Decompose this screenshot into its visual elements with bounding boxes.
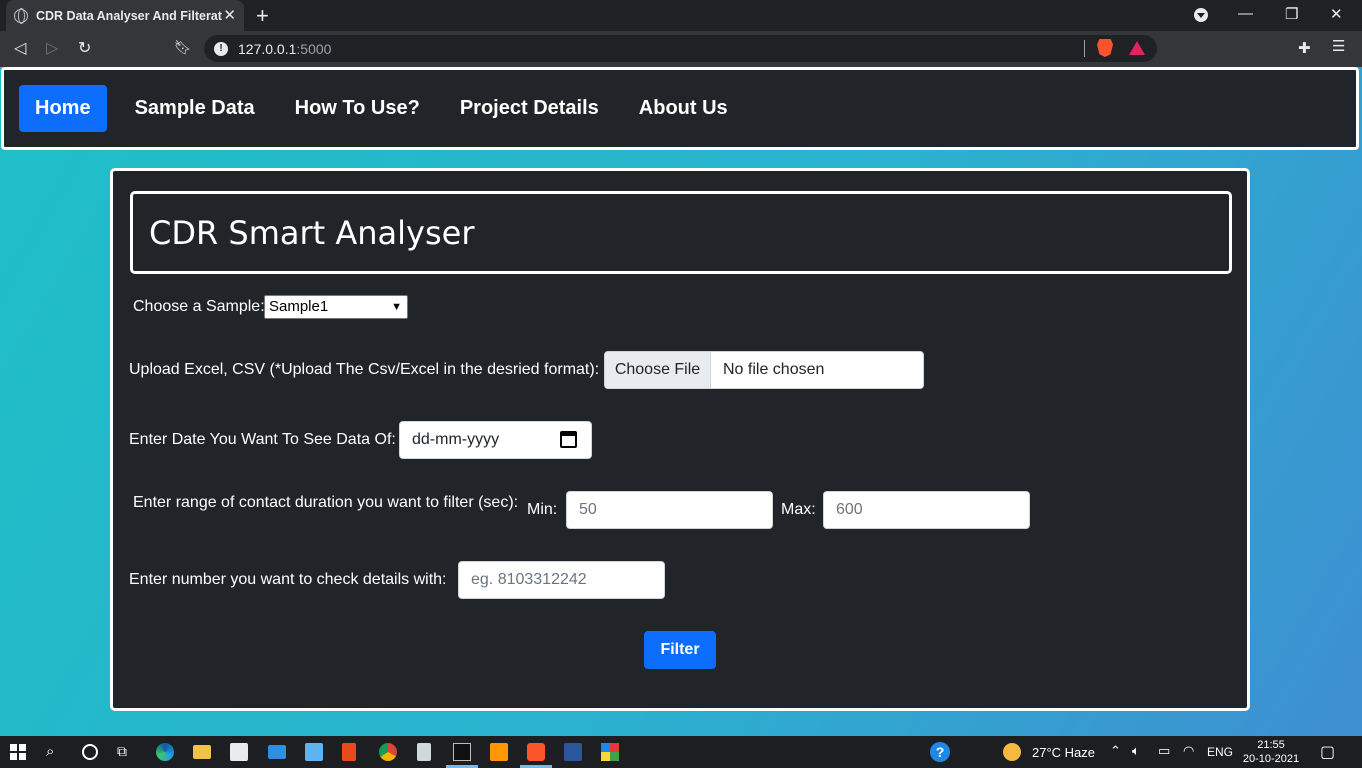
brave-icon[interactable] [527,743,545,761]
back-icon[interactable]: ◁ [14,38,26,58]
forward-icon[interactable]: ▷ [46,38,58,58]
notification-icon[interactable]: ▢ [1320,742,1335,762]
file-status: No file chosen [723,361,825,378]
sublime-icon[interactable] [490,743,508,761]
bookmark-icon[interactable]: 🔖︎ [174,39,192,56]
search-icon[interactable]: ⌕ [46,743,54,760]
mail-icon[interactable] [268,745,286,759]
site-navbar: Home Sample Data How To Use? Project Det… [1,67,1359,150]
chevron-up-icon[interactable]: ⌃ [1110,743,1121,759]
nav-how-to-use[interactable]: How To Use? [295,97,420,120]
terminal-icon[interactable] [453,743,471,761]
url-port: :5000 [296,40,332,57]
max-duration-input[interactable]: 600 [823,491,1030,529]
page-viewport: Home Sample Data How To Use? Project Det… [0,67,1362,736]
volume-icon[interactable]: 🔈︎ [1132,743,1140,759]
number-placeholder: eg. 8103312242 [471,571,587,588]
globe-icon [14,8,28,24]
date-input[interactable]: dd-mm-yyyy [399,421,592,459]
page-title: CDR Smart Analyser [149,214,475,252]
pc-icon[interactable] [305,743,323,761]
min-label: Min: [527,501,558,518]
divider [1084,40,1085,57]
min-duration-input[interactable]: 50 [566,491,773,529]
date-label: Enter Date You Want To See Data Of: [129,431,396,448]
new-tab-button[interactable]: + [256,3,269,29]
file-upload-input[interactable]: Choose File No file chosen [604,351,924,389]
heading-box: CDR Smart Analyser [130,191,1232,274]
max-placeholder: 600 [836,501,863,518]
help-icon[interactable]: ? [930,742,950,762]
nav-sample-data[interactable]: Sample Data [135,97,255,120]
address-bar[interactable]: ! 127.0.0.1:5000 [204,35,1157,62]
weather-icon [1003,743,1021,761]
reload-icon[interactable]: ↻ [78,38,91,58]
minimize-button[interactable]: — [1238,5,1253,22]
windows-start-icon[interactable] [10,744,26,760]
duration-label: Enter range of contact duration you want… [133,494,519,511]
extensions-icon[interactable]: ✚ [1298,39,1311,57]
language-indicator[interactable]: ENG [1207,745,1233,759]
word-icon[interactable] [564,743,582,761]
weather-text[interactable]: 27°C Haze [1032,745,1095,760]
close-window-button[interactable]: ✕ [1330,5,1343,23]
store-icon[interactable] [230,743,248,761]
chrome-icon[interactable] [379,743,397,761]
clock-time: 21:55 [1257,739,1285,751]
windows-taskbar: ⌕ ⧉ ? 27°C Haze ⌃ 🔈︎ ▭ ◠ ENG 21:55 20-10… [0,736,1362,768]
number-input[interactable]: eg. 8103312242 [458,561,665,599]
max-label: Max: [781,501,816,518]
filter-button[interactable]: Filter [644,631,716,669]
choose-file-button[interactable]: Choose File [605,352,711,388]
restore-button[interactable]: ❐ [1285,5,1298,23]
wifi-icon[interactable]: ◠ [1183,743,1194,759]
nav-project-details[interactable]: Project Details [460,97,599,120]
menu-icon[interactable]: ☰ [1332,37,1345,55]
nav-about-us[interactable]: About Us [639,97,728,120]
sample-label: Choose a Sample: [133,298,265,315]
cortana-icon[interactable] [82,744,98,760]
notepad-icon[interactable] [417,743,431,761]
calendar-icon[interactable] [560,431,577,448]
url-host: 127.0.0.1 [238,40,297,57]
min-placeholder: 50 [579,501,597,518]
edge-icon[interactable] [156,743,174,761]
number-label: Enter number you want to check details w… [129,571,447,588]
upload-label: Upload Excel, CSV (*Upload The Csv/Excel… [129,361,600,378]
close-tab-icon[interactable]: ✕ [223,6,236,24]
file-explorer-icon[interactable] [193,745,211,759]
clock[interactable]: 21:55 20-10-2021 [1240,738,1302,766]
task-view-icon[interactable]: ⧉ [117,743,127,760]
sample-select[interactable]: Sample1 ▼ [264,295,408,319]
brave-shields-icon[interactable] [1097,39,1113,57]
browser-tab-strip: CDR Data Analyser And Filteration ✕ + — … [0,0,1362,31]
tab-search-icon[interactable] [1194,8,1208,22]
browser-tab[interactable]: CDR Data Analyser And Filteration ✕ [6,0,244,31]
chevron-down-icon: ▼ [391,301,402,313]
paint-icon[interactable] [601,743,619,761]
office-icon[interactable] [342,743,356,761]
info-icon[interactable]: ! [214,41,228,56]
brave-rewards-icon[interactable] [1129,41,1145,55]
date-placeholder: dd-mm-yyyy [412,431,500,448]
battery-icon[interactable]: ▭ [1158,743,1170,759]
nav-home[interactable]: Home [19,85,107,132]
clock-date: 20-10-2021 [1242,753,1300,765]
analyser-card: CDR Smart Analyser Choose a Sample: Samp… [110,168,1250,711]
sample-selected-value: Sample1 [269,298,329,315]
tab-title: CDR Data Analyser And Filteration [36,8,222,23]
browser-toolbar: ◁ ▷ ↻ 🔖︎ ! 127.0.0.1:5000 ✚ ☰ [0,31,1362,67]
